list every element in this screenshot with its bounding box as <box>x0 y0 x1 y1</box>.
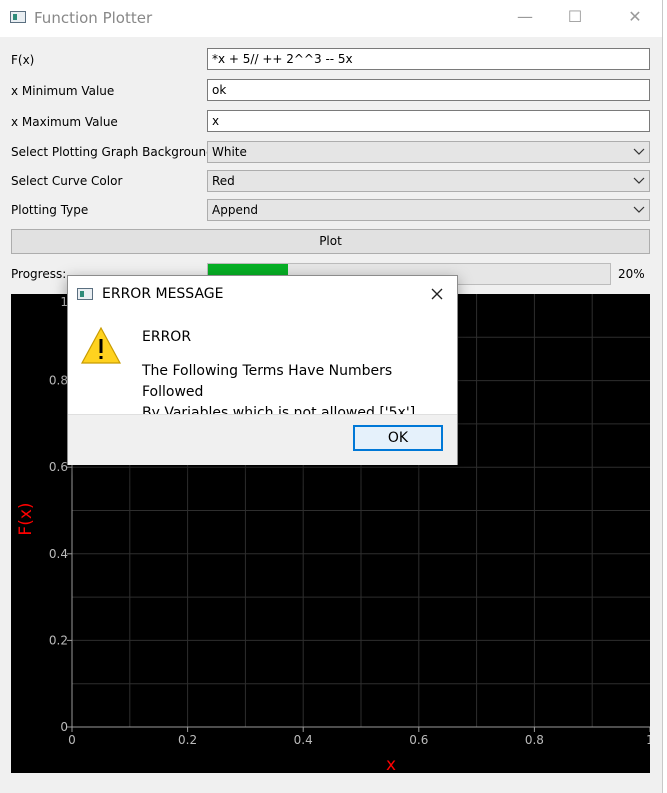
fx-label: F(x) <box>11 53 35 67</box>
app-icon <box>10 11 26 23</box>
dialog-message-line1: The Following Terms Have Numbers Followe… <box>142 363 393 400</box>
x-tick-label: 0.8 <box>525 733 544 747</box>
minimize-button[interactable]: — <box>502 0 548 36</box>
dialog-app-icon <box>77 288 93 300</box>
plotting-type-select-value: Append <box>212 203 259 217</box>
window-title: Function Plotter <box>34 9 153 27</box>
fx-input[interactable]: *x + 5// ++ 2^^3 -- 5x <box>207 48 650 70</box>
plotting-type-label: Plotting Type <box>11 203 89 217</box>
dialog-footer: OK <box>68 414 457 465</box>
title-bar: Function Plotter — ☐ ✕ <box>0 0 662 37</box>
y-tick-label: 0.8 <box>49 374 68 388</box>
plot-button[interactable]: Plot <box>11 229 650 254</box>
xmax-input[interactable]: x <box>207 110 650 132</box>
y-tick-label: 0 <box>60 720 68 734</box>
xmin-input[interactable]: ok <box>207 79 650 101</box>
ok-button[interactable]: OK <box>353 425 443 451</box>
background-select[interactable]: White <box>207 141 650 163</box>
plotting-type-select[interactable]: Append <box>207 199 650 221</box>
y-tick-label: 0.6 <box>49 460 68 474</box>
x-tick-label: 0.4 <box>294 733 313 747</box>
curve-color-select-value: Red <box>212 174 235 188</box>
x-axis-label: x <box>386 755 396 773</box>
close-button[interactable]: ✕ <box>612 0 658 36</box>
dialog-heading: ERROR <box>142 329 192 345</box>
dialog-title: ERROR MESSAGE <box>102 286 224 302</box>
y-axis-label: F(x) <box>16 502 36 535</box>
close-icon[interactable] <box>423 280 451 308</box>
chevron-down-icon <box>633 148 645 155</box>
x-tick-label: 0.6 <box>409 733 428 747</box>
x-tick-label: 0.2 <box>178 733 197 747</box>
y-tick-label: 0.2 <box>49 633 68 647</box>
background-select-value: White <box>212 145 247 159</box>
progress-percent-text: 20% <box>618 267 645 281</box>
error-dialog: ERROR MESSAGE ERROR The Following Terms … <box>67 275 458 465</box>
x-tick-label: 0 <box>68 733 76 747</box>
xmin-label: x Minimum Value <box>11 84 115 98</box>
warning-icon <box>80 326 122 364</box>
progress-label: Progress: <box>11 267 67 281</box>
background-label: Select Plotting Graph Background <box>11 145 214 159</box>
x-tick-label: 1 <box>646 733 650 747</box>
curve-color-select[interactable]: Red <box>207 170 650 192</box>
curve-color-label: Select Curve Color <box>11 174 123 188</box>
xmax-label: x Maximum Value <box>11 115 118 129</box>
chevron-down-icon <box>633 177 645 184</box>
maximize-button[interactable]: ☐ <box>552 0 598 36</box>
y-tick-label: 0.4 <box>49 547 68 561</box>
chevron-down-icon <box>633 206 645 213</box>
